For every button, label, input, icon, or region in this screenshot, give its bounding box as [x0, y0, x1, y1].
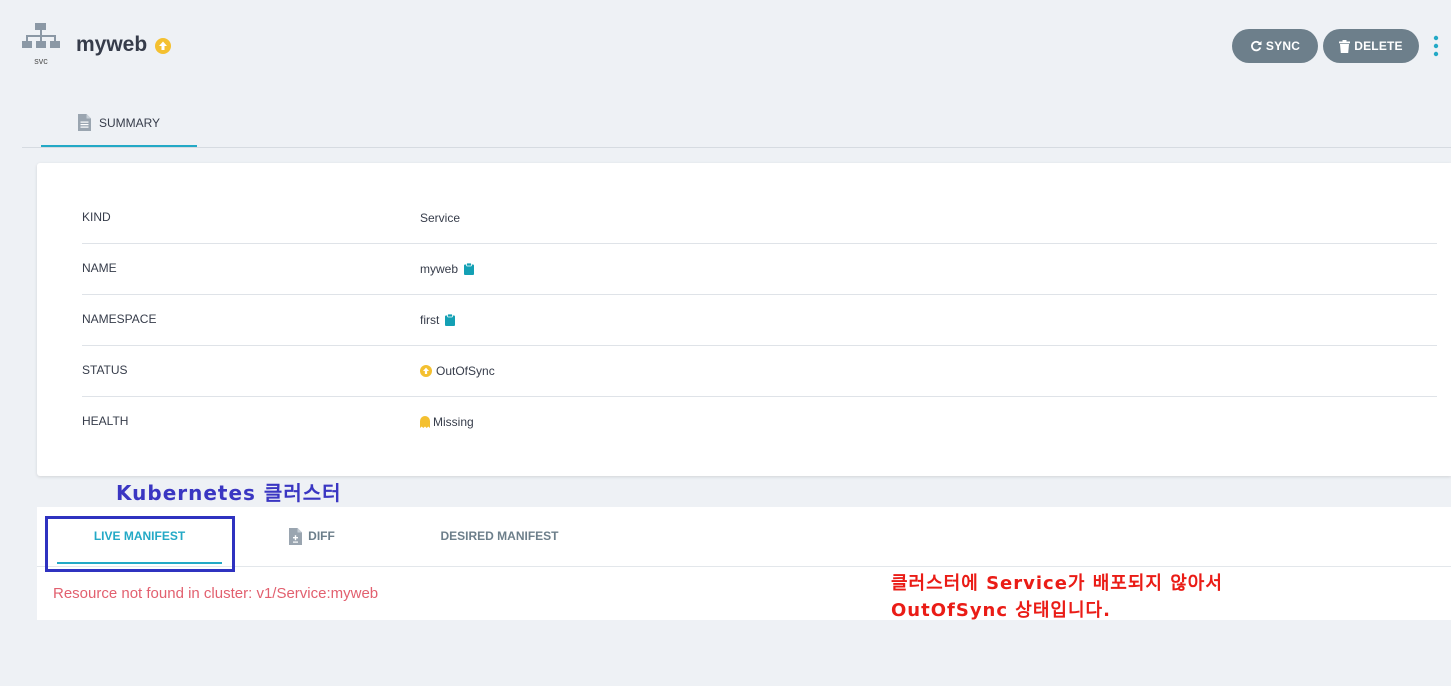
sync-button[interactable]: SYNC — [1232, 29, 1318, 63]
row-value: myweb — [420, 261, 459, 276]
resource-tabs: SUMMARY — [22, 100, 1451, 148]
page-title: myweb — [76, 33, 148, 56]
manifest-tabs: LIVE MANIFEST DIFF DESIRED MANIFEST — [37, 507, 1451, 567]
manifest-panel: LIVE MANIFEST DIFF DESIRED MANIFEST Reso… — [37, 507, 1451, 620]
row-key: KIND — [82, 210, 111, 224]
delete-button[interactable]: DELETE — [1323, 29, 1419, 63]
arrow-circle-up-icon — [155, 38, 171, 54]
annotation-highlight-box — [45, 516, 235, 572]
summary-row-health: HEALTH Missing — [82, 396, 1437, 447]
network-tree-icon: svc — [22, 22, 60, 68]
summary-row-name: NAME myweb — [82, 243, 1437, 295]
file-text-icon — [77, 114, 91, 131]
summary-row-status: STATUS OutOfSync — [82, 345, 1437, 397]
resource-kind-label: svc — [34, 56, 48, 66]
annotation-note-line2: OutOfSync 상태입니다. — [891, 600, 1111, 621]
delete-button-label: DELETE — [1354, 39, 1403, 53]
summary-row-namespace: NAMESPACE first — [82, 294, 1437, 346]
error-message: Resource not found in cluster: v1/Servic… — [53, 585, 379, 602]
arrow-circle-up-icon — [420, 364, 432, 377]
annotation-cluster-label: Kubernetes 클러스터 — [116, 481, 342, 505]
refresh-icon — [1250, 40, 1262, 52]
row-value: first — [420, 312, 440, 327]
annotation-note: 클러스터에 Service가 배포되지 않아서 OutOfSync 상태입니다. — [891, 570, 1223, 624]
row-key: NAMESPACE — [82, 312, 157, 326]
resource-header: svc myweb SYNC DELETE — [0, 0, 1451, 90]
row-key: HEALTH — [82, 414, 129, 428]
kebab-menu-icon[interactable] — [1431, 35, 1441, 57]
tab-diff[interactable]: DIFF — [282, 507, 342, 565]
summary-card: KIND Service NAME myweb NAMESPACE first … — [37, 163, 1451, 476]
tab-summary[interactable]: SUMMARY — [41, 100, 197, 147]
tab-diff-label: DIFF — [308, 529, 335, 543]
sync-button-label: SYNC — [1265, 39, 1301, 53]
annotation-note-line1: 클러스터에 Service가 배포되지 않아서 — [891, 573, 1223, 594]
clipboard-icon[interactable] — [464, 262, 475, 275]
row-key: NAME — [82, 261, 117, 275]
row-value: OutOfSync — [436, 363, 495, 378]
tab-summary-label: SUMMARY — [98, 115, 161, 130]
tab-desired-manifest-label: DESIRED MANIFEST — [440, 529, 559, 543]
trash-icon — [1339, 39, 1351, 53]
tab-desired-manifest[interactable]: DESIRED MANIFEST — [432, 507, 567, 565]
file-diff-icon — [289, 527, 303, 545]
row-value: Service — [420, 210, 461, 225]
row-value: Missing — [433, 414, 474, 429]
ghost-icon — [420, 415, 430, 428]
summary-row-kind: KIND Service — [82, 192, 1437, 244]
clipboard-icon[interactable] — [445, 313, 456, 326]
row-key: STATUS — [82, 363, 128, 377]
